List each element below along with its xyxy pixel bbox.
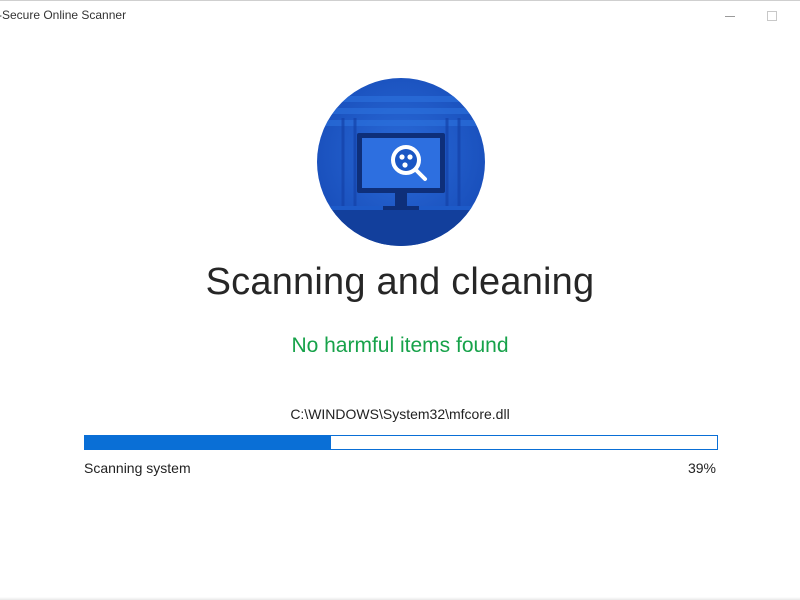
maximize-icon: [767, 11, 777, 21]
minimize-button[interactable]: [707, 1, 753, 31]
current-file-path: C:\WINDOWS\System32\mfcore.dll: [290, 406, 510, 422]
maximize-button[interactable]: [749, 1, 795, 31]
progress-bar-fill: [85, 436, 332, 449]
page-title: Scanning and cleaning: [205, 261, 595, 303]
app-title: -Secure Online Scanner: [0, 8, 127, 22]
progress-percent: 39%: [687, 460, 716, 476]
app-window: -Secure Online Scanner Scanning and clea…: [0, 0, 800, 600]
status-message: No harmful items found: [291, 334, 509, 357]
monitor-magnifier-icon: [317, 78, 485, 246]
minimize-icon: [725, 15, 735, 17]
title-bar[interactable]: -Secure Online Scanner: [0, 1, 800, 31]
progress-bar: [84, 435, 718, 450]
progress-label: Scanning system: [84, 460, 191, 476]
